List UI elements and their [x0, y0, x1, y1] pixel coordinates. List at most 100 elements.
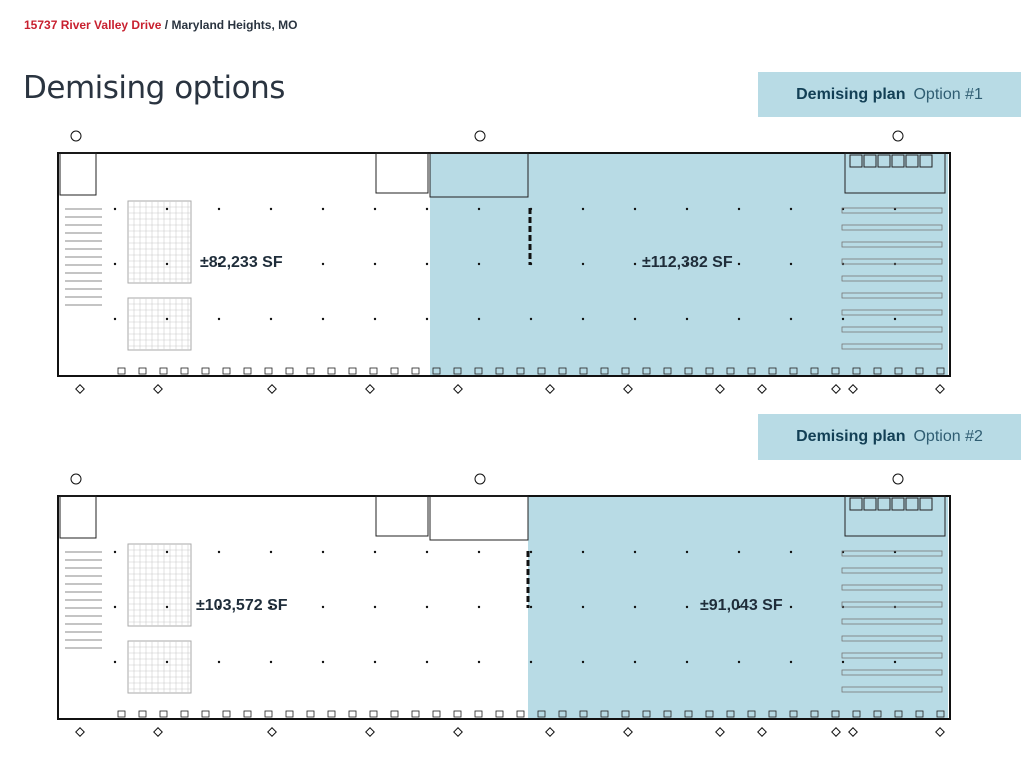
- grid-marker: [715, 727, 725, 737]
- grid-marker: [935, 727, 945, 737]
- dock-door: [159, 367, 168, 375]
- column: [633, 262, 637, 266]
- column: [113, 550, 117, 554]
- column: [321, 317, 325, 321]
- office-block: [375, 152, 429, 194]
- column: [425, 605, 429, 609]
- dock-door: [222, 367, 231, 375]
- column: [477, 317, 481, 321]
- column: [425, 317, 429, 321]
- badge-option: Option #2: [913, 428, 983, 445]
- left-suite-area: ±82,233 SF: [200, 254, 283, 271]
- grid-marker: [623, 384, 633, 394]
- column: [425, 550, 429, 554]
- column: [529, 605, 533, 609]
- column: [165, 207, 169, 211]
- dock-door: [411, 710, 420, 718]
- column: [321, 550, 325, 554]
- column: [269, 317, 273, 321]
- dock-door: [306, 367, 315, 375]
- column: [113, 605, 117, 609]
- column: [789, 207, 793, 211]
- column: [685, 550, 689, 554]
- dock-door: [201, 710, 210, 718]
- column: [529, 207, 533, 211]
- column: [217, 317, 221, 321]
- storage-grid: [127, 297, 192, 351]
- right-suite-area: ±91,043 SF: [700, 597, 783, 614]
- column: [113, 207, 117, 211]
- dock-door: [117, 367, 126, 375]
- dock-door: [159, 710, 168, 718]
- grid-marker: [453, 384, 463, 394]
- dock-door: [327, 710, 336, 718]
- grid-marker: [453, 727, 463, 737]
- column: [373, 660, 377, 664]
- column: [581, 660, 585, 664]
- column: [425, 262, 429, 266]
- grid-marker: [831, 384, 841, 394]
- column: [789, 317, 793, 321]
- column: [581, 605, 585, 609]
- dock-door: [474, 710, 483, 718]
- column: [321, 207, 325, 211]
- column: [477, 262, 481, 266]
- city: Maryland Heights, MO: [171, 18, 298, 32]
- office-block: [375, 495, 429, 537]
- column: [633, 660, 637, 664]
- grid-marker: [75, 727, 85, 737]
- column: [321, 605, 325, 609]
- dock-door: [369, 710, 378, 718]
- grid-marker: [365, 384, 375, 394]
- column: [633, 605, 637, 609]
- breadcrumb: 15737 River Valley Drive / Maryland Heig…: [24, 18, 297, 32]
- grid-marker: [267, 727, 277, 737]
- badge-label: Demising plan: [796, 85, 906, 103]
- column: [165, 262, 169, 266]
- column: [321, 262, 325, 266]
- column: [477, 207, 481, 211]
- column: [529, 550, 533, 554]
- column: [217, 660, 221, 664]
- column: [165, 660, 169, 664]
- column: [529, 317, 533, 321]
- column: [685, 317, 689, 321]
- separator: /: [161, 18, 172, 32]
- grid-marker: [848, 727, 858, 737]
- storage-grid: [127, 640, 192, 694]
- column: [269, 550, 273, 554]
- grid-marker: [831, 727, 841, 737]
- dock-door: [201, 367, 210, 375]
- grid-marker: [935, 384, 945, 394]
- column: [633, 317, 637, 321]
- dock-door: [516, 710, 525, 718]
- grid-marker: [545, 727, 555, 737]
- grid-marker: [545, 384, 555, 394]
- column: [789, 605, 793, 609]
- column: [373, 605, 377, 609]
- column: [893, 317, 897, 321]
- dock-door: [264, 367, 273, 375]
- column: [737, 317, 741, 321]
- column: [217, 550, 221, 554]
- column: [477, 660, 481, 664]
- section-marker: [70, 130, 82, 142]
- column: [373, 317, 377, 321]
- grid-marker: [153, 384, 163, 394]
- column: [737, 262, 741, 266]
- floor-plan-option-2: [57, 473, 951, 737]
- column: [893, 660, 897, 664]
- column: [113, 262, 117, 266]
- column: [737, 660, 741, 664]
- column: [373, 207, 377, 211]
- dock-door: [327, 367, 336, 375]
- grid-marker: [267, 384, 277, 394]
- option-1-badge: Demising plan Option #1: [758, 72, 1021, 117]
- address: 15737 River Valley Drive: [24, 18, 162, 32]
- column: [737, 550, 741, 554]
- dock-door: [453, 710, 462, 718]
- grid-marker: [153, 727, 163, 737]
- column: [789, 262, 793, 266]
- office-block: [429, 495, 529, 541]
- office-block: [59, 495, 97, 539]
